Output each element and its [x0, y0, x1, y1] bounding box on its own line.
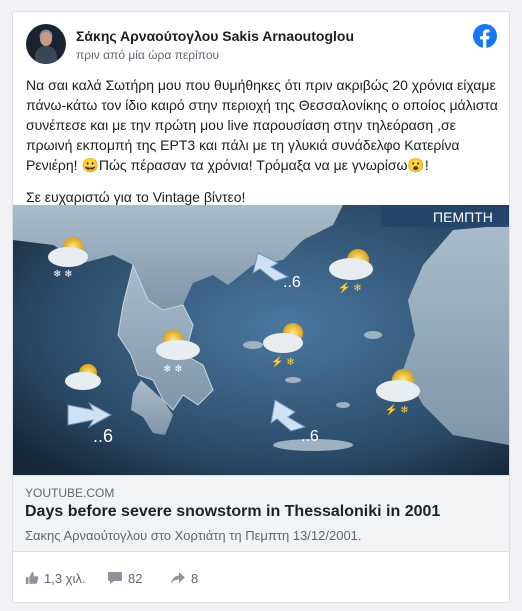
- shares-count[interactable]: 8: [170, 568, 198, 588]
- post-card: Σάκης Αρναούτογλου Sakis Arnaoutoglou πρ…: [12, 11, 510, 603]
- svg-text:❄ ❄: ❄ ❄: [163, 364, 183, 375]
- author-name[interactable]: Σάκης Αρναούτογλου Sakis Arnaoutoglou: [76, 28, 354, 44]
- comments-count[interactable]: 82: [107, 568, 142, 588]
- video-thumbnail[interactable]: ΠΕΜΠΤΗ ❄ ❄ ⚡ ❄ ❄ ❄ ⚡ ❄ ⚡ ❄ ..6 ..6 ..6: [13, 205, 509, 475]
- share-icon: [171, 572, 185, 584]
- post-paragraph: Να σαι καλά Σωτήρη μου που θυμήθηκες ότι…: [26, 77, 498, 173]
- wind-speed-label: ..6: [301, 428, 319, 445]
- link-preview[interactable]: YOUTUBE.COM Days before severe snowstorm…: [13, 475, 509, 552]
- forecast-day-label: ΠΕΜΠΤΗ: [433, 209, 493, 225]
- link-title[interactable]: Days before severe snowstorm in Thessalo…: [25, 503, 440, 521]
- facebook-logo-icon[interactable]: [473, 24, 497, 48]
- svg-text:⚡ ❄: ⚡ ❄: [271, 355, 295, 368]
- wind-speed-label: ..6: [283, 274, 301, 291]
- likes-count-label: 1,3 χιλ.: [44, 570, 86, 586]
- svg-text:⚡ ❄: ⚡ ❄: [338, 281, 362, 294]
- post-timestamp[interactable]: πριν από μία ώρα περίπου: [76, 48, 219, 62]
- post-text: Να σαι καλά Σωτήρη μου που θυμήθηκες ότι…: [26, 75, 500, 207]
- link-domain: YOUTUBE.COM: [25, 486, 115, 500]
- like-icon: [25, 571, 39, 585]
- post-header: Σάκης Αρναούτογλου Sakis Arnaoutoglou πρ…: [26, 24, 497, 64]
- wind-speed-label: ..6: [93, 426, 113, 446]
- comments-count-label: 82: [128, 570, 143, 586]
- svg-text:❄ ❄: ❄ ❄: [53, 269, 73, 280]
- post-paragraph: Σε ευχαριστώ για το Vintage βίντεο!: [26, 189, 246, 205]
- svg-text:⚡ ❄: ⚡ ❄: [385, 403, 409, 416]
- post-stats: 1,3 χιλ. 82 8: [25, 568, 497, 588]
- comment-icon: [108, 572, 122, 584]
- link-description: Σακης Αρναούτογλου στο Χορτιάτη τη Πεμπτ…: [25, 528, 362, 543]
- likes-count[interactable]: 1,3 χιλ.: [25, 568, 86, 588]
- author-avatar[interactable]: [26, 24, 66, 64]
- shares-count-label: 8: [191, 570, 199, 586]
